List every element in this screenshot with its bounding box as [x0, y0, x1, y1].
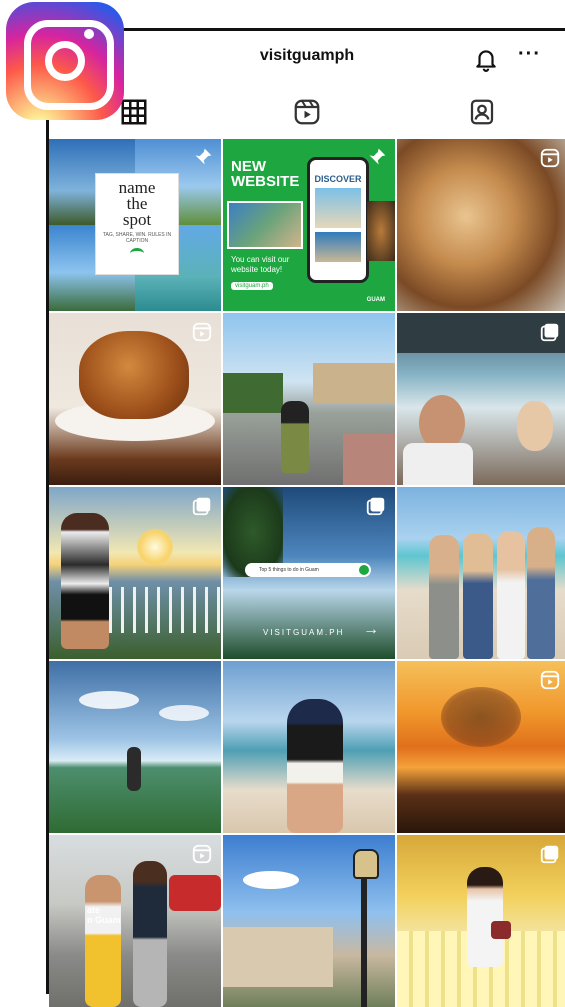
- posts-grid: name the spot TAG, SHARE, WIN. RULES IN …: [49, 139, 565, 1007]
- person-figure: [497, 531, 525, 659]
- search-icon: [359, 565, 369, 575]
- person-figure: [281, 401, 309, 473]
- carousel-badge-icon: [540, 323, 559, 342]
- tagged-icon[interactable]: [467, 97, 497, 127]
- post-subtitle: TAG, SHARE, WIN. RULES IN CAPTION: [102, 232, 172, 244]
- carousel-badge-icon: [366, 497, 385, 516]
- post-tile[interactable]: [223, 313, 395, 485]
- profile-screen: visitguamph ··· name the spot TAG, SHARE…: [46, 28, 565, 1007]
- person-figure: [467, 867, 503, 967]
- reel-badge-icon: [540, 670, 560, 690]
- post-tile[interactable]: [223, 835, 395, 1007]
- person-figure: [527, 527, 555, 659]
- grid-icon[interactable]: [119, 97, 149, 127]
- pin-icon: [369, 148, 386, 165]
- sun-glow: [137, 529, 173, 565]
- food-mound: [79, 331, 189, 419]
- person-figure: [61, 513, 109, 649]
- person-figure: [463, 533, 493, 659]
- bell-icon[interactable]: [473, 46, 499, 72]
- post-footer: VISITGUAM.PH: [263, 628, 345, 637]
- search-bar: Top 5 things to do in Guam: [245, 563, 371, 577]
- person-figure: [133, 861, 167, 1007]
- profile-header: visitguamph ···: [49, 31, 565, 89]
- reel-badge-icon: [540, 148, 560, 168]
- person-figure: [429, 535, 459, 659]
- person-figure: [127, 747, 141, 791]
- post-tile[interactable]: [397, 313, 565, 485]
- post-title-card: name the spot TAG, SHARE, WIN. RULES IN …: [95, 173, 179, 275]
- person-figure: [287, 699, 343, 833]
- reels-icon[interactable]: [292, 97, 322, 127]
- post-photo: [227, 201, 303, 249]
- post-tile[interactable]: [223, 661, 395, 833]
- post-overlay-text: ate n Guam: [87, 905, 121, 925]
- post-tile[interactable]: [397, 835, 565, 1007]
- post-tile[interactable]: NEW WEBSITE You can visit our website to…: [223, 139, 395, 311]
- pin-icon: [195, 148, 212, 165]
- post-body: You can visit our website today!: [231, 255, 290, 274]
- phone-mockup: DISCOVER: [307, 157, 369, 283]
- post-tile[interactable]: [49, 487, 221, 659]
- post-tile[interactable]: name the spot TAG, SHARE, WIN. RULES IN …: [49, 139, 221, 311]
- carousel-badge-icon: [540, 845, 559, 864]
- reel-badge-icon: [192, 844, 212, 864]
- search-bar-text: Top 5 things to do in Guam: [259, 567, 319, 573]
- instagram-logo-icon: [6, 2, 124, 120]
- more-icon[interactable]: ···: [518, 43, 541, 66]
- post-tile[interactable]: [397, 139, 565, 311]
- post-tile[interactable]: [49, 313, 221, 485]
- guam-logo-icon: [130, 248, 144, 259]
- arrow-icon: →: [363, 621, 379, 638]
- profile-tabs: [49, 91, 565, 137]
- post-headline: NEW WEBSITE: [231, 158, 300, 190]
- person-figure: [85, 875, 121, 1007]
- post-tile[interactable]: [49, 661, 221, 833]
- post-title: name the spot: [118, 178, 156, 229]
- brand-label: GUAM: [366, 297, 385, 303]
- post-tile[interactable]: ate n Guam: [49, 835, 221, 1007]
- post-url: visitguam.ph: [231, 282, 273, 290]
- reel-badge-icon: [192, 322, 212, 342]
- phone-heading: DISCOVER: [314, 174, 362, 184]
- carousel-badge-icon: [192, 497, 211, 516]
- post-tile[interactable]: [397, 661, 565, 833]
- post-tile[interactable]: Top 5 things to do in Guam VISITGUAM.PH …: [223, 487, 395, 659]
- post-tile[interactable]: [397, 487, 565, 659]
- food-photo: [367, 201, 395, 261]
